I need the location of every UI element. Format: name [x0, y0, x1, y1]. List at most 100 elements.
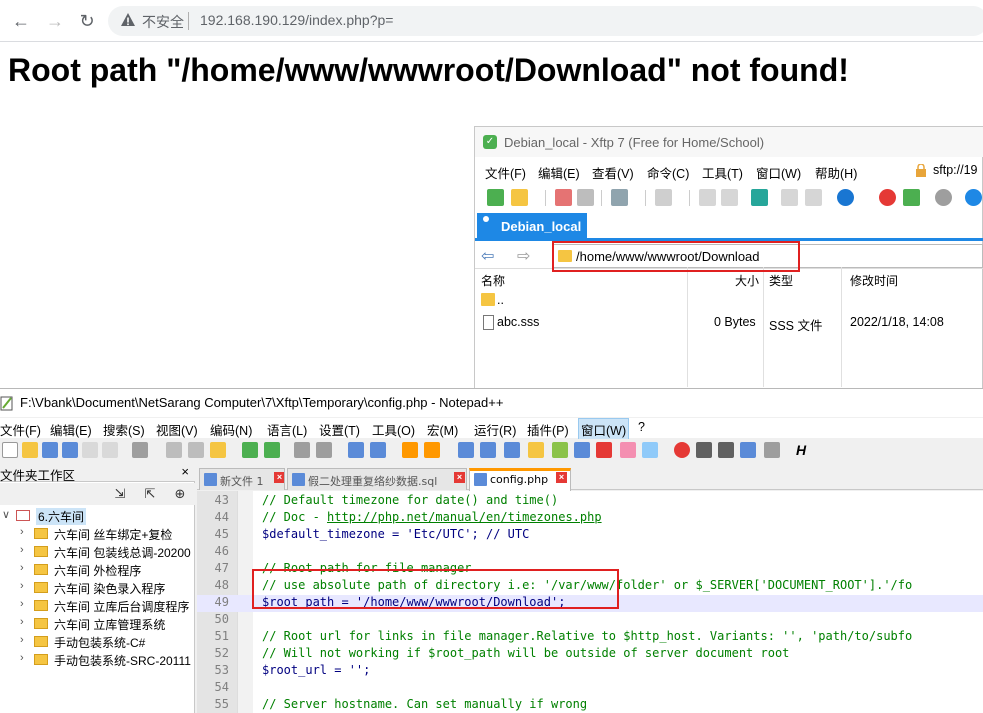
close-icon[interactable]: ×	[454, 472, 465, 483]
code-editor[interactable]: 43 // Default timezone for date() and tim…	[197, 491, 983, 713]
col-type[interactable]: 类型	[769, 272, 793, 289]
chevron-right-icon[interactable]: ›	[20, 544, 24, 556]
npp-menu-search[interactable]: 搜索(S)	[103, 420, 145, 439]
copy-icon[interactable]	[188, 442, 204, 458]
doc-list-icon[interactable]	[596, 442, 612, 458]
tree-item[interactable]: › 六车间 染色录入程序	[0, 579, 195, 597]
stop-icon[interactable]	[696, 442, 712, 458]
tree-item[interactable]: › 六车间 立库管理系统	[0, 615, 195, 633]
npp-menu-run[interactable]: 运行(R)	[474, 420, 516, 439]
xftp-menu-edit[interactable]: 编辑(E)	[538, 163, 580, 182]
tab-debian-local[interactable]: Debian_local	[477, 213, 587, 241]
tab-config-php[interactable]: config.php ×	[469, 468, 571, 491]
print-icon[interactable]	[132, 442, 148, 458]
tree-item[interactable]: › 手动包装系统-C#	[0, 633, 195, 651]
npp-menu-edit[interactable]: 编辑(E)	[50, 420, 92, 439]
npp-menu-view[interactable]: 视图(V)	[156, 420, 198, 439]
chevron-right-icon[interactable]: ›	[20, 598, 24, 610]
chevron-right-icon[interactable]: ›	[20, 526, 24, 538]
sync-v-icon[interactable]	[402, 442, 418, 458]
chevron-down-icon[interactable]: ∨	[2, 508, 10, 521]
file-row[interactable]: ..	[475, 291, 983, 311]
expand-icon[interactable]: ⇱	[142, 486, 158, 502]
new-session-icon[interactable]	[487, 189, 504, 206]
monitor-icon[interactable]	[620, 442, 636, 458]
open-folder-icon[interactable]	[511, 189, 528, 206]
word-wrap-icon[interactable]	[458, 442, 474, 458]
transfer-icon[interactable]	[751, 189, 768, 206]
tree-item[interactable]: › 手动包装系统-SRC-20111	[0, 651, 195, 669]
disconnect-icon[interactable]	[577, 189, 594, 206]
cut-icon[interactable]	[166, 442, 182, 458]
chevron-right-icon[interactable]: ›	[20, 616, 24, 628]
hex-icon[interactable]: H	[796, 442, 812, 458]
rename-icon[interactable]	[805, 189, 822, 206]
eye-icon[interactable]	[642, 442, 658, 458]
npp-menu-plugins[interactable]: 插件(P)	[527, 420, 569, 439]
folder-workspace-icon[interactable]	[574, 442, 590, 458]
connect-icon[interactable]	[555, 189, 572, 206]
delete-icon[interactable]	[781, 189, 798, 206]
xftp-menu-command[interactable]: 命令(C)	[647, 163, 689, 182]
globe-icon[interactable]	[837, 189, 854, 206]
replace-icon[interactable]	[316, 442, 332, 458]
chevron-right-icon[interactable]: ›	[20, 634, 24, 646]
file-row[interactable]: abc.sss 0 Bytes SSS 文件 2022/1/18, 14:08	[475, 313, 983, 333]
xftp-menu-file[interactable]: 文件(F)	[485, 163, 526, 182]
close-icon[interactable]: ×	[181, 464, 189, 479]
sftp-address[interactable]: sftp://19	[933, 163, 977, 177]
xftp-menu-tools[interactable]: 工具(T)	[702, 163, 743, 182]
npp-menu-file[interactable]: 文件(F)	[0, 420, 41, 439]
gear-icon[interactable]	[935, 189, 952, 206]
all-chars-icon[interactable]	[480, 442, 496, 458]
indent-guide-icon[interactable]	[504, 442, 520, 458]
record-icon[interactable]	[674, 442, 690, 458]
terminal-icon[interactable]	[655, 189, 672, 206]
xshell-icon[interactable]	[879, 189, 896, 206]
npp-menu-language[interactable]: 语言(L)	[267, 420, 307, 439]
reload-icon[interactable]: ↻	[76, 10, 98, 32]
xftp-menu-window[interactable]: 窗口(W)	[756, 163, 801, 182]
npp-menu-macro[interactable]: 宏(M)	[427, 420, 458, 439]
xftp-menu-help[interactable]: 帮助(H)	[815, 163, 857, 182]
play-multiple-icon[interactable]	[740, 442, 756, 458]
collapse-icon[interactable]: ⇲	[112, 486, 128, 502]
open-file-icon[interactable]	[22, 442, 38, 458]
zoom-out-icon[interactable]	[370, 442, 386, 458]
save-macro-icon[interactable]	[764, 442, 780, 458]
close-icon[interactable]: ×	[274, 472, 284, 483]
function-list-icon[interactable]	[552, 442, 568, 458]
forward-arrow-icon[interactable]: ⇨	[517, 246, 530, 266]
save-icon[interactable]	[42, 442, 58, 458]
help-icon[interactable]	[965, 189, 982, 206]
find-icon[interactable]	[294, 442, 310, 458]
col-size[interactable]: 大小	[735, 272, 759, 289]
npp-menu-encoding[interactable]: 编码(N)	[210, 420, 252, 439]
paste-icon[interactable]	[721, 189, 738, 206]
col-mtime[interactable]: 修改时间	[850, 272, 898, 289]
tree-root[interactable]: ∨ 6.六车间	[0, 507, 195, 525]
doc-link[interactable]: http://php.net/manual/en/timezones.php	[327, 510, 602, 524]
tree-item[interactable]: › 六车间 外检程序	[0, 561, 195, 579]
doc-map-icon[interactable]	[528, 442, 544, 458]
properties-icon[interactable]	[611, 189, 628, 206]
tree-item[interactable]: › 六车间 包装线总调-20200	[0, 543, 195, 561]
save-all-icon[interactable]	[62, 442, 78, 458]
address-bar[interactable]: 不安全 192.168.190.129/index.php?p=	[108, 6, 983, 36]
chevron-right-icon[interactable]: ›	[20, 652, 24, 664]
npp-menu-tools[interactable]: 工具(O)	[372, 420, 415, 439]
back-arrow-icon[interactable]: ←	[10, 10, 32, 32]
locate-icon[interactable]: ⊕	[172, 486, 188, 502]
npp-menu-window[interactable]: 窗口(W)	[578, 418, 630, 441]
xftp-menu-view[interactable]: 查看(V)	[592, 163, 634, 182]
tree-item[interactable]: › 六车间 立库后台调度程序	[0, 597, 195, 615]
chevron-right-icon[interactable]: ›	[20, 580, 24, 592]
tab-new-file[interactable]: 新文件 1 ×	[199, 468, 285, 490]
undo-icon[interactable]	[242, 442, 258, 458]
chevron-right-icon[interactable]: ›	[20, 562, 24, 574]
xftp-icon[interactable]	[903, 189, 920, 206]
copy-icon[interactable]	[699, 189, 716, 206]
paste-icon[interactable]	[210, 442, 226, 458]
new-file-icon[interactable]	[2, 442, 18, 458]
col-name[interactable]: 名称	[481, 272, 505, 289]
